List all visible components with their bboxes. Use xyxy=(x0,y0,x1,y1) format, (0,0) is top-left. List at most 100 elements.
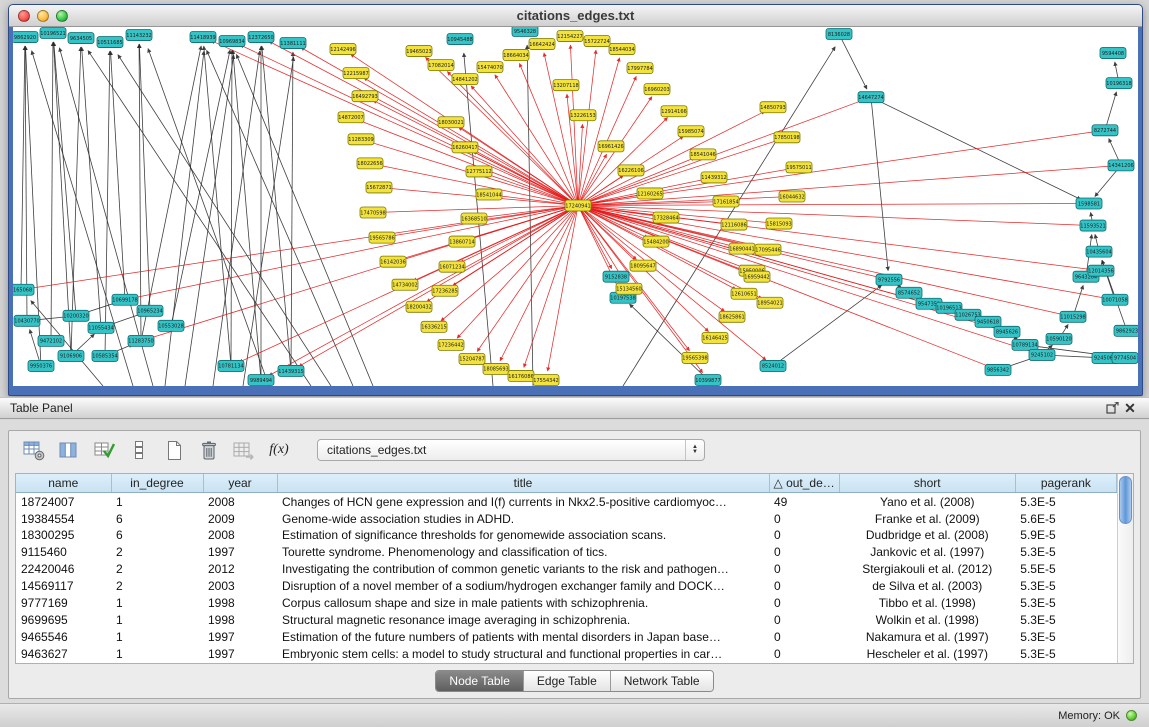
table-cell[interactable]: Structural magnetic resonance image aver… xyxy=(277,612,769,629)
table-cell[interactable]: Estimation of significance thresholds fo… xyxy=(277,527,769,544)
citation-network-graph[interactable]: 9862920101965219634505105116851114323211… xyxy=(13,27,1138,386)
graph-node[interactable]: 10435604 xyxy=(1086,246,1112,257)
graph-node[interactable]: 16890441 xyxy=(729,243,755,254)
graph-node[interactable]: 14841202 xyxy=(452,74,478,85)
graph-node[interactable]: 9472102 xyxy=(38,335,64,346)
delete-table-icon[interactable] xyxy=(196,437,222,463)
create-table-icon[interactable] xyxy=(161,437,187,463)
graph-node[interactable]: 17850198 xyxy=(774,132,800,143)
graph-node[interactable]: 12116086 xyxy=(721,219,747,230)
tab-network-table[interactable]: Network Table xyxy=(610,671,713,691)
graph-node[interactable]: 15722724 xyxy=(584,36,610,47)
graph-node[interactable]: 17095446 xyxy=(755,244,781,255)
graph-node[interactable]: 9450618 xyxy=(975,316,1001,327)
graph-node[interactable]: 11418939 xyxy=(190,32,216,43)
select-columns-icon[interactable] xyxy=(91,437,117,463)
graph-node[interactable]: 11439312 xyxy=(701,172,727,183)
float-panel-icon[interactable] xyxy=(1103,400,1121,416)
graph-node[interactable]: 18200432 xyxy=(406,301,432,312)
graph-node[interactable]: 8136028 xyxy=(826,29,852,40)
graph-node[interactable]: 14647274 xyxy=(858,92,884,103)
graph-node[interactable]: 8272744 xyxy=(1092,125,1118,136)
table-row[interactable]: 2242004622012Investigating the contribut… xyxy=(16,561,1117,578)
table-cell[interactable]: 22420046 xyxy=(16,561,111,578)
scrollbar-thumb[interactable] xyxy=(1119,476,1132,524)
graph-node[interactable]: 12142496 xyxy=(330,44,356,55)
table-row[interactable]: 946362711997Embryonic stem cells: a mode… xyxy=(16,646,1117,663)
table-cell[interactable]: 5.3E-5 xyxy=(1015,578,1116,595)
table-row[interactable]: 1456911722003Disruption of a novel membe… xyxy=(16,578,1117,595)
graph-node[interactable]: 16142036 xyxy=(380,256,406,267)
table-cell[interactable]: Changes of HCN gene expression and I(f) … xyxy=(277,493,769,511)
graph-node[interactable]: 11143232 xyxy=(126,30,152,41)
table-cell[interactable]: Genome-wide association studies in ADHD. xyxy=(277,510,769,527)
graph-node[interactable]: 9594408 xyxy=(1100,48,1126,59)
graph-node[interactable]: 18085693 xyxy=(483,363,509,374)
graph-node[interactable]: 18022656 xyxy=(357,158,383,169)
table-cell[interactable]: 1997 xyxy=(203,629,277,646)
graph-node[interactable]: 11015298 xyxy=(1060,311,1086,322)
graph-node[interactable]: 10789134 xyxy=(1012,339,1038,350)
table-cell[interactable]: 2003 xyxy=(203,578,277,595)
graph-node[interactable]: 9546328 xyxy=(512,27,538,37)
graph-node[interactable]: 9774504 xyxy=(1112,352,1138,363)
table-cell[interactable]: 5.3E-5 xyxy=(1015,544,1116,561)
table-cell[interactable]: 5.5E-5 xyxy=(1015,561,1116,578)
table-row[interactable]: 977716911998Corpus callosum shape and si… xyxy=(16,595,1117,612)
graph-node[interactable]: 10071058 xyxy=(1102,294,1128,305)
table-cell[interactable]: 2012 xyxy=(203,561,277,578)
import-table-icon[interactable] xyxy=(231,437,257,463)
table-row[interactable]: 1872400712008Changes of HCN gene express… xyxy=(16,493,1117,511)
graph-node[interactable]: 18541044 xyxy=(476,189,502,200)
table-cell[interactable]: 0 xyxy=(769,646,839,663)
graph-node[interactable]: 9989494 xyxy=(248,374,274,385)
column-header[interactable]: year xyxy=(203,474,277,493)
graph-node[interactable]: 16961426 xyxy=(598,141,624,152)
table-cell[interactable]: Hescheler et al. (1997) xyxy=(839,646,1015,663)
graph-node[interactable]: 15815093 xyxy=(766,218,792,229)
graph-node[interactable]: 16368510 xyxy=(461,213,487,224)
graph-node[interactable]: 10590120 xyxy=(1046,333,1072,344)
graph-node[interactable]: 16044632 xyxy=(779,191,805,202)
table-cell[interactable]: Yano et al. (2008) xyxy=(839,493,1015,511)
graph-node[interactable]: 19565786 xyxy=(369,232,395,243)
graph-node[interactable]: 15985074 xyxy=(678,126,704,137)
graph-node[interactable]: 12372650 xyxy=(248,32,274,43)
graph-node[interactable]: 11283750 xyxy=(128,335,154,346)
graph-node[interactable]: 18095647 xyxy=(630,260,656,271)
column-header[interactable]: title xyxy=(277,474,769,493)
graph-node[interactable]: 9245102 xyxy=(1029,349,1055,360)
graph-node[interactable]: 15484200 xyxy=(643,236,669,247)
graph-node[interactable]: 14734002 xyxy=(392,279,418,290)
table-cell[interactable]: Embryonic stem cells: a model to study s… xyxy=(277,646,769,663)
graph-node[interactable]: 10969834 xyxy=(219,36,245,47)
graph-node[interactable]: 12914166 xyxy=(661,106,687,117)
table-cell[interactable]: 1997 xyxy=(203,646,277,663)
table-cell[interactable]: 9777169 xyxy=(16,595,111,612)
network-canvas[interactable]: 9862920101965219634505105116851114323211… xyxy=(13,27,1138,386)
graph-node[interactable]: 16146425 xyxy=(702,332,728,343)
graph-node[interactable]: 1598581 xyxy=(1076,198,1102,209)
graph-node[interactable]: 17554342 xyxy=(533,374,559,385)
graph-node[interactable]: 19565398 xyxy=(682,352,708,363)
graph-node[interactable]: 17328464 xyxy=(653,212,679,223)
graph-node[interactable]: 8945626 xyxy=(994,326,1020,337)
table-cell[interactable]: Jankovic et al. (1997) xyxy=(839,544,1015,561)
graph-node[interactable]: 9950376 xyxy=(28,360,54,371)
graph-node[interactable]: 14341206 xyxy=(1108,160,1134,171)
graph-node[interactable]: 11439315 xyxy=(278,365,304,376)
graph-node[interactable]: 18954021 xyxy=(757,297,783,308)
show-columns-icon[interactable] xyxy=(56,437,82,463)
table-cell[interactable]: 5.3E-5 xyxy=(1015,595,1116,612)
table-cell[interactable]: 1 xyxy=(111,595,203,612)
close-panel-icon[interactable]: ✕ xyxy=(1121,400,1139,416)
graph-node[interactable]: 12215987 xyxy=(343,68,369,79)
graph-node[interactable]: 16492793 xyxy=(352,91,378,102)
graph-node[interactable]: 9862920 xyxy=(13,32,38,43)
table-cell[interactable]: 2009 xyxy=(203,510,277,527)
graph-node[interactable]: 16642424 xyxy=(529,39,555,50)
graph-node[interactable]: 17470598 xyxy=(360,207,386,218)
graph-node[interactable]: 16176086 xyxy=(508,370,534,381)
table-cell[interactable]: 5.3E-5 xyxy=(1015,493,1116,511)
graph-node[interactable]: 10699178 xyxy=(112,294,138,305)
